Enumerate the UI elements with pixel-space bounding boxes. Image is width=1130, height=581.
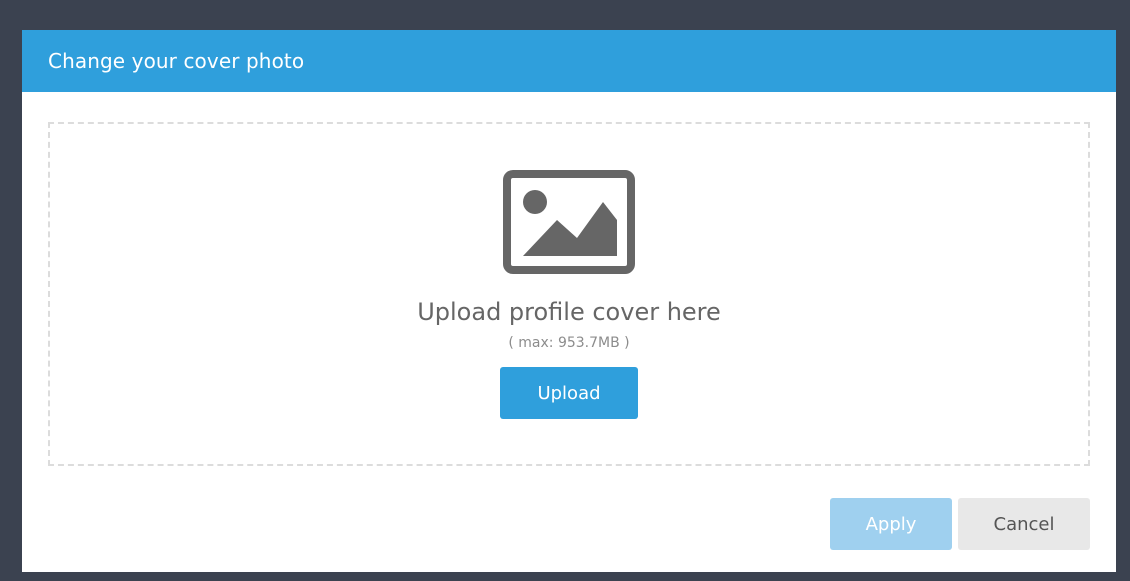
cover-photo-modal: Change your cover photo Upload profile c… [22,30,1116,572]
upload-button[interactable]: Upload [500,367,638,419]
file-size-limit: ( max: 953.7MB ) [508,335,630,351]
dropzone-title: Upload profile cover here [417,298,721,326]
modal-header: Change your cover photo [22,30,1116,92]
image-icon [503,170,635,274]
cancel-button[interactable]: Cancel [958,498,1090,550]
upload-dropzone[interactable]: Upload profile cover here ( max: 953.7MB… [48,122,1090,466]
modal-footer: Apply Cancel [830,498,1090,550]
apply-button[interactable]: Apply [830,498,952,550]
modal-title: Change your cover photo [48,49,305,73]
